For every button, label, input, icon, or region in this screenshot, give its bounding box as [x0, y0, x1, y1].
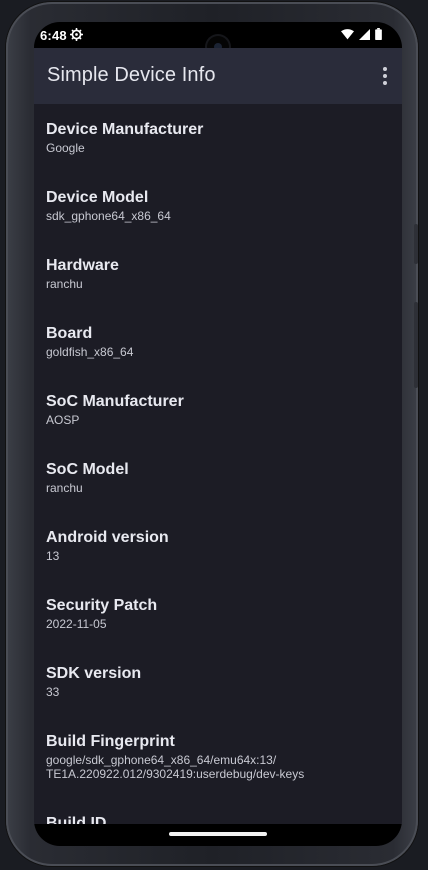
info-label: Security Patch — [46, 597, 158, 614]
info-value: AOSP — [46, 413, 80, 427]
info-value: goldfish_x86_64 — [46, 345, 134, 359]
power-button — [414, 224, 418, 264]
device-info-list[interactable]: Device Manufacturer Google Device Model … — [34, 104, 402, 824]
list-item-security-patch: Security Patch 2022-11-05 — [46, 596, 386, 631]
info-label: Build Fingerprint — [46, 733, 175, 750]
info-value: TE1A.220922.012/9302419:userdebug/dev-ke… — [46, 767, 305, 781]
info-value: sdk_gphone64_x86_64 — [46, 209, 171, 223]
list-item-device-manufacturer: Device Manufacturer Google — [46, 120, 386, 155]
list-item-device-model: Device Model sdk_gphone64_x86_64 — [46, 188, 386, 223]
phone-frame: 6:48 Simple Device Info Device Manufactu… — [6, 2, 418, 866]
status-icons — [341, 28, 382, 40]
volume-button — [414, 302, 418, 388]
info-label: Android version — [46, 529, 169, 546]
info-value: ranchu — [46, 277, 83, 291]
list-item-soc-manufacturer: SoC Manufacturer AOSP — [46, 392, 386, 427]
wifi-icon — [341, 28, 354, 39]
info-label: SDK version — [46, 665, 142, 682]
info-label: SoC Model — [46, 461, 129, 478]
gear-icon — [70, 28, 83, 41]
app-title: Simple Device Info — [47, 64, 216, 86]
info-value: 2022-11-05 — [46, 617, 107, 631]
info-label: Device Manufacturer — [46, 121, 204, 138]
app-bar: Simple Device Info — [34, 48, 402, 104]
navigation-bar — [34, 824, 402, 846]
list-item-build-fingerprint: Build Fingerprint google/sdk_gphone64_x8… — [46, 732, 386, 781]
info-value: ranchu — [46, 481, 83, 495]
signal-icon — [359, 28, 370, 40]
list-item-build-id: Build ID — [46, 814, 386, 824]
info-value: Google — [46, 141, 85, 155]
info-label: SoC Manufacturer — [46, 393, 184, 410]
battery-icon — [375, 28, 382, 40]
list-item-board: Board goldfish_x86_64 — [46, 324, 386, 359]
list-item-soc-model: SoC Model ranchu — [46, 460, 386, 495]
info-value: 33 — [46, 685, 60, 699]
info-label: Board — [46, 325, 93, 342]
info-value: google/sdk_gphone64_x86_64/emu64x:13/ — [46, 753, 277, 767]
screen: 6:48 Simple Device Info Device Manufactu… — [34, 22, 402, 846]
list-item-hardware: Hardware ranchu — [46, 256, 386, 291]
info-label: Build ID — [46, 815, 107, 824]
status-time: 6:48 — [40, 28, 67, 43]
info-label: Hardware — [46, 257, 119, 274]
info-label: Device Model — [46, 189, 149, 206]
list-item-android-version: Android version 13 — [46, 528, 386, 563]
home-handle[interactable] — [169, 832, 267, 836]
more-vert-icon[interactable] — [382, 67, 388, 85]
info-value: 13 — [46, 549, 60, 563]
list-item-sdk-version: SDK version 33 — [46, 664, 386, 699]
